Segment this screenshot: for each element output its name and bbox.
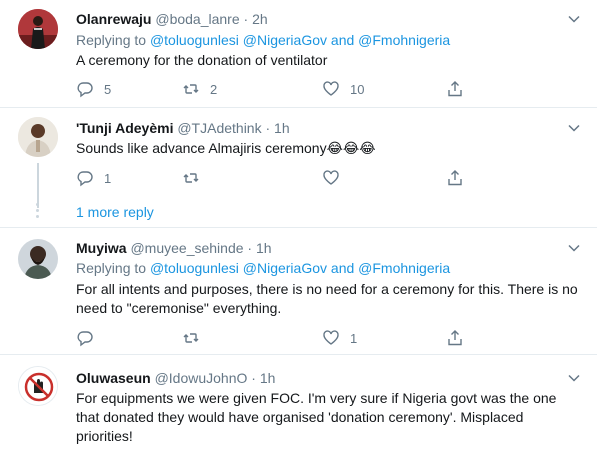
share-button[interactable]	[446, 168, 464, 188]
mention-link[interactable]: @toluogunlesi	[150, 32, 239, 48]
and-label: and	[330, 260, 355, 276]
tweet-text: Sounds like advance Almajiris ceremony😂😂…	[76, 139, 579, 158]
tweet-actions: 5 2 10	[76, 79, 496, 99]
display-name[interactable]: Olanrewaju	[76, 11, 151, 27]
tweet-tunji[interactable]: 'Tunji Adeyèmi @TJAdethink · 1h Sounds l…	[0, 108, 597, 226]
display-name[interactable]: Muyiwa	[76, 240, 127, 256]
like-count: 1	[350, 330, 358, 346]
reply-button[interactable]: 1	[76, 168, 111, 188]
show-more-replies-link[interactable]: 1 more reply	[76, 204, 154, 220]
and-label: and	[330, 32, 355, 48]
retweet-icon	[183, 173, 199, 183]
share-icon	[448, 81, 462, 97]
display-name[interactable]: Oluwaseun	[76, 370, 151, 386]
mention-link[interactable]: @NigeriaGov	[243, 32, 327, 48]
avatar[interactable]	[18, 366, 58, 406]
chevron-down-icon[interactable]	[567, 12, 581, 26]
avatar-image	[19, 367, 57, 405]
tweet-text-content: Sounds like advance Almajiris ceremony	[76, 140, 327, 156]
tweet-actions: 1	[76, 328, 496, 348]
separator: ·	[243, 11, 249, 27]
timestamp[interactable]: 1h	[256, 240, 272, 256]
mention-link[interactable]: @toluogunlesi	[150, 260, 239, 276]
handle[interactable]: @muyee_sehinde	[130, 240, 243, 256]
handle[interactable]: @IdowuJohnO	[155, 370, 248, 386]
handle[interactable]: @TJAdethink	[177, 120, 261, 136]
mention-link[interactable]: @Fmohnigeria	[358, 260, 450, 276]
timestamp[interactable]: 2h	[252, 11, 268, 27]
heart-icon	[323, 170, 339, 185]
avatar-image	[18, 117, 58, 157]
emoji-laughing: 😂😂😂	[326, 140, 376, 156]
retweet-count: 2	[210, 81, 218, 97]
share-icon	[448, 330, 462, 346]
tweet-actions: 1	[76, 168, 496, 188]
reply-count: 5	[104, 81, 112, 97]
replying-to: Replying to @toluogunlesi @NigeriaGov an…	[76, 259, 450, 277]
retweet-icon	[183, 333, 199, 343]
tweet-text: A ceremony for the donation of ventilato…	[76, 52, 328, 68]
share-icon	[448, 170, 462, 186]
avatar[interactable]	[18, 9, 58, 49]
like-button[interactable]: 10	[322, 79, 364, 99]
avatar-image	[18, 9, 58, 49]
tweet-oluwaseun[interactable]: Oluwaseun @IdowuJohnO · 1h For equipment…	[0, 355, 597, 453]
replying-to-label: Replying to	[76, 32, 147, 48]
separator: ·	[251, 370, 256, 386]
reply-icon	[77, 171, 93, 187]
tweet-olanrewaju[interactable]: Olanrewaju @boda_lanre · 2h Replying to …	[0, 0, 597, 107]
chevron-down-icon[interactable]	[567, 121, 581, 135]
reply-icon	[77, 331, 93, 347]
reply-count: 1	[104, 170, 112, 186]
tweet-header: Oluwaseun @IdowuJohnO · 1h	[76, 369, 275, 387]
like-count: 10	[350, 81, 365, 97]
retweet-button[interactable]	[182, 168, 200, 188]
avatar[interactable]	[18, 117, 58, 157]
handle[interactable]: @boda_lanre	[155, 11, 239, 27]
like-button[interactable]	[322, 168, 340, 188]
separator: ·	[247, 240, 253, 256]
avatar[interactable]	[18, 239, 58, 279]
tweet-header: Olanrewaju @boda_lanre · 2h	[76, 10, 268, 28]
heart-icon	[323, 330, 339, 345]
tweet-header: 'Tunji Adeyèmi @TJAdethink · 1h	[76, 119, 290, 137]
retweet-button[interactable]	[182, 328, 200, 348]
replying-to-label: Replying to	[76, 260, 147, 276]
replying-to: Replying to @toluogunlesi @NigeriaGov an…	[76, 31, 450, 49]
retweet-button[interactable]: 2	[182, 79, 217, 99]
avatar-image	[18, 239, 58, 279]
reply-icon	[77, 82, 93, 98]
heart-icon	[323, 81, 339, 96]
chevron-down-icon[interactable]	[567, 371, 581, 385]
share-button[interactable]	[446, 79, 464, 99]
tweet-header: Muyiwa @muyee_sehinde · 1h	[76, 239, 272, 257]
timestamp[interactable]: 1h	[274, 120, 290, 136]
share-button[interactable]	[446, 328, 464, 348]
tweet-text: For equipments we were given FOC. I'm ve…	[76, 390, 557, 444]
tweet-text: For all intents and purposes, there is n…	[76, 281, 578, 316]
reply-button[interactable]: 5	[76, 79, 111, 99]
display-name[interactable]: 'Tunji Adeyèmi	[76, 120, 173, 136]
retweet-icon	[183, 84, 199, 94]
like-button[interactable]: 1	[322, 328, 357, 348]
reply-button[interactable]	[76, 328, 94, 348]
separator: ·	[265, 120, 271, 136]
mention-link[interactable]: @Fmohnigeria	[358, 32, 450, 48]
thread-line	[37, 163, 39, 208]
thread-dots	[36, 203, 40, 221]
chevron-down-icon[interactable]	[567, 241, 581, 255]
tweet-muyiwa[interactable]: Muyiwa @muyee_sehinde · 1h Replying to @…	[0, 228, 597, 353]
timestamp[interactable]: 1h	[260, 370, 276, 386]
mention-link[interactable]: @NigeriaGov	[243, 260, 327, 276]
